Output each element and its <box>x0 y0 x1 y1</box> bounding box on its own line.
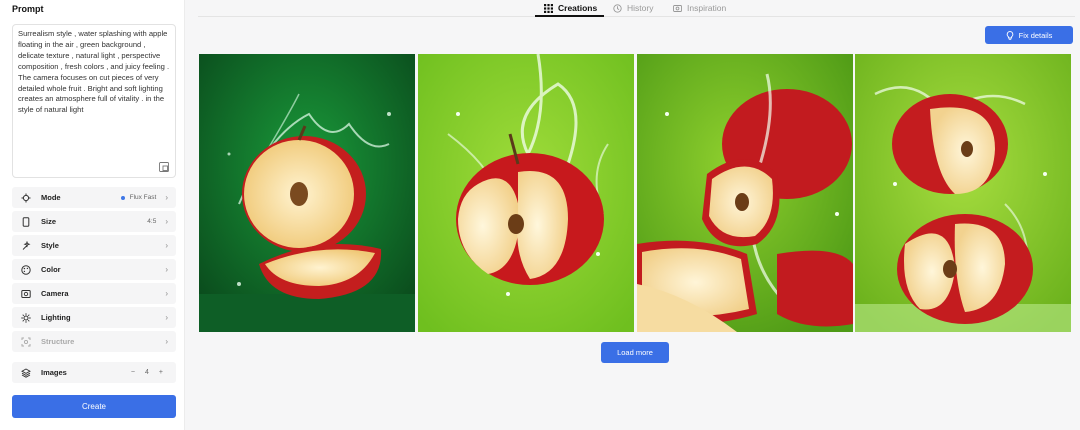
images-count: 4 <box>145 369 149 376</box>
option-size[interactable]: Size 4:5 › <box>12 211 176 232</box>
tab-inspiration[interactable]: Inspiration <box>673 0 726 16</box>
grid-icon <box>544 3 553 13</box>
option-structure[interactable]: Structure › <box>12 331 176 352</box>
gallery-image-3[interactable] <box>637 54 853 332</box>
color-label: Color <box>41 265 61 274</box>
tab-inspiration-label: Inspiration <box>687 3 727 13</box>
load-more-button[interactable]: Load more <box>601 342 669 363</box>
mode-value: Flux Fast <box>120 194 157 201</box>
tab-creations-label: Creations <box>558 3 598 13</box>
option-lighting[interactable]: Lighting › <box>12 307 176 328</box>
left-panel: Prompt Surrealism style , water splashin… <box>0 0 185 430</box>
tab-history-label: History <box>627 3 654 13</box>
mode-status-dot <box>120 195 125 200</box>
palette-icon <box>21 264 31 275</box>
fix-details-label: Fix details <box>1018 30 1053 40</box>
prompt-textarea[interactable]: Surrealism style , water splashing with … <box>12 24 176 178</box>
gallery-image-1[interactable] <box>199 54 415 332</box>
fix-details-button[interactable]: Fix details <box>985 26 1073 44</box>
increment-button[interactable]: + <box>159 369 163 376</box>
sun-icon <box>21 312 31 323</box>
size-label: Size <box>41 217 57 226</box>
mode-value-text: Flux Fast <box>129 194 157 201</box>
option-style[interactable]: Style › <box>12 235 176 256</box>
chevron-right-icon: › <box>165 265 168 274</box>
size-value: 4:5 <box>147 218 157 225</box>
style-icon <box>21 240 31 251</box>
history-icon <box>613 3 622 13</box>
mode-icon <box>21 193 31 203</box>
inspiration-icon <box>673 4 682 13</box>
style-label: Style <box>41 241 59 250</box>
chevron-right-icon: › <box>165 217 168 226</box>
tab-creations[interactable]: Creations <box>544 0 597 16</box>
create-button[interactable]: Create <box>12 395 176 418</box>
active-tab-indicator <box>535 15 604 17</box>
images-label: Images <box>41 368 67 377</box>
chevron-right-icon: › <box>165 313 168 322</box>
chevron-right-icon: › <box>165 337 168 346</box>
gallery-image-2[interactable] <box>418 54 634 332</box>
decrement-button[interactable]: − <box>131 369 135 376</box>
prompt-title: Prompt <box>12 4 44 14</box>
lighting-label: Lighting <box>41 313 71 322</box>
camera-label: Camera <box>41 289 69 298</box>
tab-history[interactable]: History <box>613 0 653 16</box>
gallery-image-4[interactable] <box>855 54 1071 332</box>
structure-icon <box>21 337 31 347</box>
images-stepper: − 4 + <box>126 369 168 376</box>
option-camera[interactable]: Camera › <box>12 283 176 304</box>
mode-label: Mode <box>41 193 61 202</box>
option-images: Images − 4 + <box>12 362 176 383</box>
size-icon <box>21 216 31 227</box>
chevron-right-icon: › <box>165 289 168 298</box>
chevron-right-icon: › <box>165 241 168 250</box>
prompt-text: Surrealism style , water splashing with … <box>18 29 170 115</box>
option-mode[interactable]: Mode Flux Fast › <box>12 187 176 208</box>
chevron-right-icon: › <box>165 193 168 202</box>
expand-icon[interactable] <box>159 162 169 172</box>
structure-label: Structure <box>41 337 75 346</box>
camera-icon <box>21 289 31 299</box>
option-color[interactable]: Color › <box>12 259 176 280</box>
tabs-divider <box>198 16 1075 17</box>
lightbulb-icon <box>1006 30 1013 40</box>
layers-icon <box>21 367 31 378</box>
